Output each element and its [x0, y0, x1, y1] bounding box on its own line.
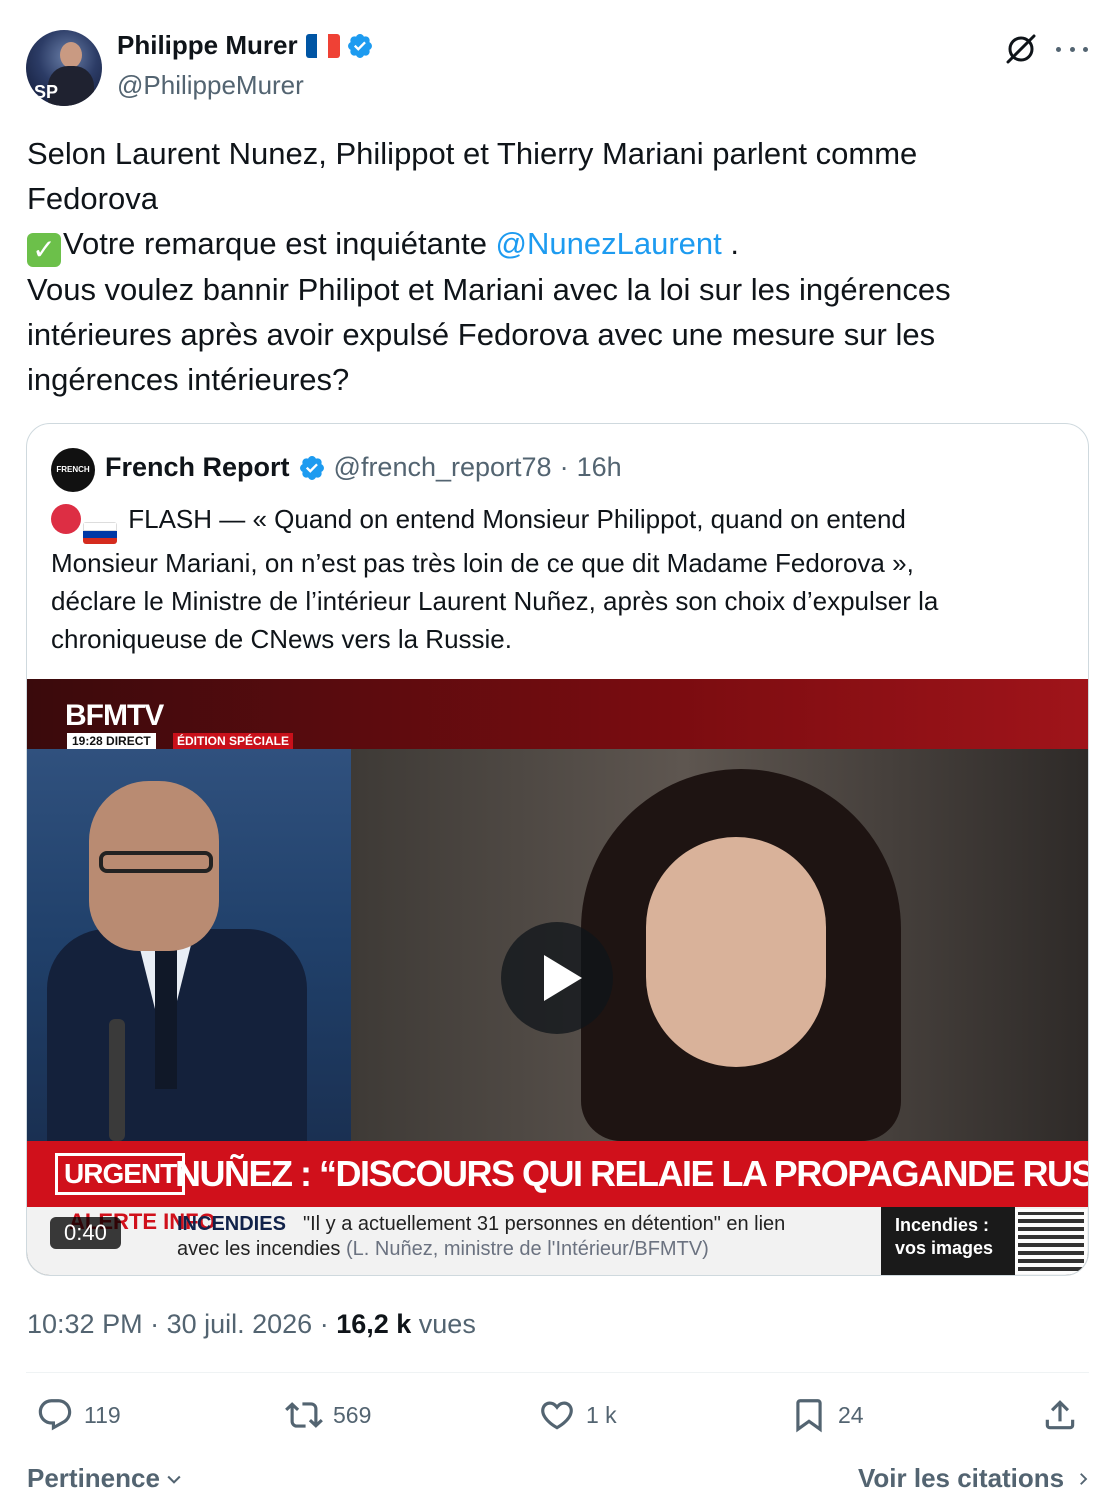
views-label: vues — [411, 1309, 476, 1339]
like-button[interactable]: 1 k — [538, 1396, 617, 1434]
channel-logo: BFMTV — [65, 699, 164, 732]
bookmark-count: 24 — [838, 1401, 864, 1428]
author-handle[interactable]: @PhilippeMurer — [117, 70, 304, 101]
quote-author-handle[interactable]: @french_report78 — [334, 452, 552, 483]
reply-count: 119 — [84, 1401, 121, 1428]
video-headline: NUÑEZ : “DISCOURS QUI RELAIE LA PROPAGAN… — [175, 1153, 1089, 1194]
tweet-time[interactable]: 10:32 PM — [27, 1309, 143, 1339]
video-player[interactable]: BFMTV 19:28 DIRECT ÉDITION SPÉCIALE URGE… — [27, 679, 1089, 1275]
repost-icon — [285, 1402, 323, 1428]
grok-icon[interactable] — [1004, 32, 1038, 66]
bookmark-icon — [796, 1399, 822, 1433]
tweet-line: Vous voulez bannir Philipot et Mariani a… — [27, 272, 951, 307]
author-name-row[interactable]: Philippe Murer — [117, 30, 374, 61]
tweet-meta: 10:32 PM · 30 juil. 2026 · 16,2 k vues — [27, 1309, 476, 1340]
russian-flag-icon — [83, 522, 117, 545]
mention-link[interactable]: @NunezLaurent — [496, 226, 722, 261]
tweet-line: Fedorova — [27, 181, 158, 216]
more-options-icon[interactable] — [1056, 36, 1088, 62]
verified-badge-icon — [299, 455, 324, 480]
avatar-face — [60, 42, 82, 68]
broadcast-clock: 19:28 DIRECT — [67, 733, 156, 749]
author-name[interactable]: Philippe Murer — [117, 30, 298, 61]
tweet-text-fragment: Votre remarque est inquiétante — [63, 226, 496, 261]
video-channel-bar: BFMTV 19:28 DIRECT ÉDITION SPÉCIALE — [27, 679, 1088, 749]
ticker-text: avec les incendies (L. Nuñez, ministre d… — [177, 1238, 709, 1260]
promo-label: Incendies : vos images — [881, 1207, 1015, 1275]
microphone — [109, 1019, 125, 1141]
avatar-logo-text: SP — [34, 82, 59, 102]
action-bar: 119 569 1 k 24 — [0, 1396, 1111, 1446]
quote-author-name[interactable]: French Report — [105, 452, 290, 483]
tweet-text: Selon Laurent Nunez, Philippot et Thierr… — [27, 131, 1047, 402]
news-ticker: ALERTE INFO INCENDIES "Il y a actuelleme… — [27, 1207, 1088, 1275]
views-count[interactable]: 16,2 k — [336, 1309, 411, 1339]
chevron-right-icon — [1080, 1472, 1088, 1485]
french-flag-icon — [305, 33, 340, 58]
share-icon — [1045, 1400, 1075, 1430]
share-button[interactable] — [1041, 1396, 1079, 1434]
divider — [26, 1372, 1089, 1373]
quote-timestamp[interactable]: 16h — [577, 452, 622, 483]
meta-separator: · — [312, 1309, 337, 1339]
ticker-text: "Il y a actuellement 31 personnes en dét… — [303, 1213, 786, 1235]
quote-header: French Report @french_report78 · 16h — [105, 452, 622, 483]
view-quotes-link[interactable]: Voir les citations — [858, 1463, 1092, 1494]
quote-line: FLASH — « Quand on entend Monsieur Phili… — [51, 500, 1061, 545]
repost-button[interactable]: 569 — [285, 1396, 371, 1434]
tweet-date[interactable]: 30 juil. 2026 — [167, 1309, 313, 1339]
reply-button[interactable]: 119 — [36, 1396, 121, 1434]
author-avatar[interactable]: SP — [26, 30, 102, 106]
sort-selector[interactable]: Pertinence — [27, 1463, 184, 1494]
tweet-line-with-mention: ✓ Votre remarque est inquiétante @NunezLa… — [27, 221, 1047, 267]
edition-label: ÉDITION SPÉCIALE — [173, 733, 294, 749]
ticker-topic: INCENDIES — [177, 1213, 286, 1235]
check-mark-icon: ✓ — [27, 233, 61, 267]
red-circle-icon — [51, 504, 81, 534]
like-count: 1 k — [586, 1401, 617, 1428]
video-left-frame — [27, 749, 351, 1141]
video-right-frame — [351, 749, 1088, 1141]
quote-line: chroniqueuse de CNews vers la Russie. — [51, 624, 512, 655]
tweet-line: Selon Laurent Nunez, Philippot et Thierr… — [27, 136, 918, 171]
repost-count: 569 — [333, 1401, 372, 1428]
play-button-icon[interactable] — [501, 922, 613, 1034]
heart-icon — [541, 1401, 573, 1430]
urgent-tag: URGENT — [55, 1153, 186, 1195]
quote-text-fragment: FLASH — « Quand on entend Monsieur Phili… — [128, 504, 906, 534]
tweet-line: intérieures après avoir expulsé Fedorova… — [27, 317, 936, 352]
qr-code — [1015, 1209, 1087, 1274]
quote-text: FLASH — « Quand on entend Monsieur Phili… — [51, 500, 1061, 658]
tweet-line: ingérences intérieures? — [27, 362, 350, 397]
urgent-banner: URGENT NUÑEZ : “DISCOURS QUI RELAIE LA P… — [27, 1141, 1089, 1207]
tweet-text-fragment: . — [721, 226, 739, 261]
reply-icon — [38, 1399, 72, 1431]
chevron-down-icon — [167, 1475, 181, 1484]
view-quotes-label: Voir les citations — [858, 1463, 1065, 1493]
quote-line: Monsieur Mariani, on n’est pas très loin… — [51, 548, 914, 579]
quote-line: déclare le Ministre de l’intérieur Laure… — [51, 586, 939, 617]
sort-label: Pertinence — [27, 1463, 160, 1493]
video-duration: 0:40 — [50, 1217, 121, 1249]
bookmark-button[interactable]: 24 — [790, 1396, 864, 1434]
quote-author-avatar[interactable]: FRENCH — [51, 448, 95, 492]
quoted-tweet[interactable]: FRENCH French Report @french_report78 · … — [26, 423, 1089, 1276]
meta-separator: · — [142, 1309, 167, 1339]
verified-badge-icon[interactable] — [346, 32, 374, 60]
quote-separator: · — [559, 452, 569, 482]
